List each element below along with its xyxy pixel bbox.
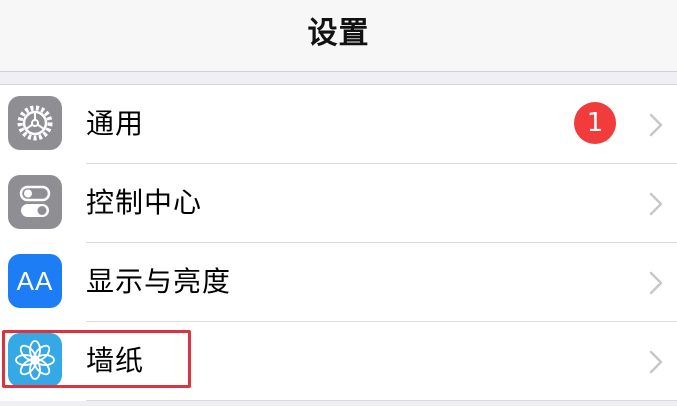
settings-item-general[interactable]: 通用 1 bbox=[0, 85, 677, 164]
settings-item-label: 墙纸 bbox=[86, 344, 145, 377]
text-size-icon: AA bbox=[8, 254, 62, 308]
text-size-icon-glyph: AA bbox=[16, 265, 54, 296]
chevron-right-icon bbox=[649, 271, 663, 295]
settings-list: 通用 1 控制中心 AA 显示与亮度 墙纸 bbox=[0, 84, 677, 401]
notification-badge: 1 bbox=[574, 102, 616, 144]
chevron-right-icon bbox=[649, 113, 663, 137]
chevron-right-icon bbox=[649, 350, 663, 374]
flower-icon bbox=[8, 333, 62, 387]
toggle-switches-icon bbox=[8, 175, 62, 229]
settings-item-label: 显示与亮度 bbox=[86, 265, 232, 298]
chevron-right-icon bbox=[649, 192, 663, 216]
settings-item-display-brightness[interactable]: AA 显示与亮度 bbox=[0, 243, 677, 322]
settings-item-label: 控制中心 bbox=[86, 186, 203, 219]
navigation-bar: 设置 bbox=[0, 0, 677, 72]
settings-item-label: 通用 bbox=[86, 107, 145, 140]
settings-item-wallpaper[interactable]: 墙纸 bbox=[0, 322, 677, 401]
gear-icon bbox=[8, 96, 62, 150]
page-title: 设置 bbox=[307, 16, 370, 51]
settings-item-control-center[interactable]: 控制中心 bbox=[0, 164, 677, 243]
